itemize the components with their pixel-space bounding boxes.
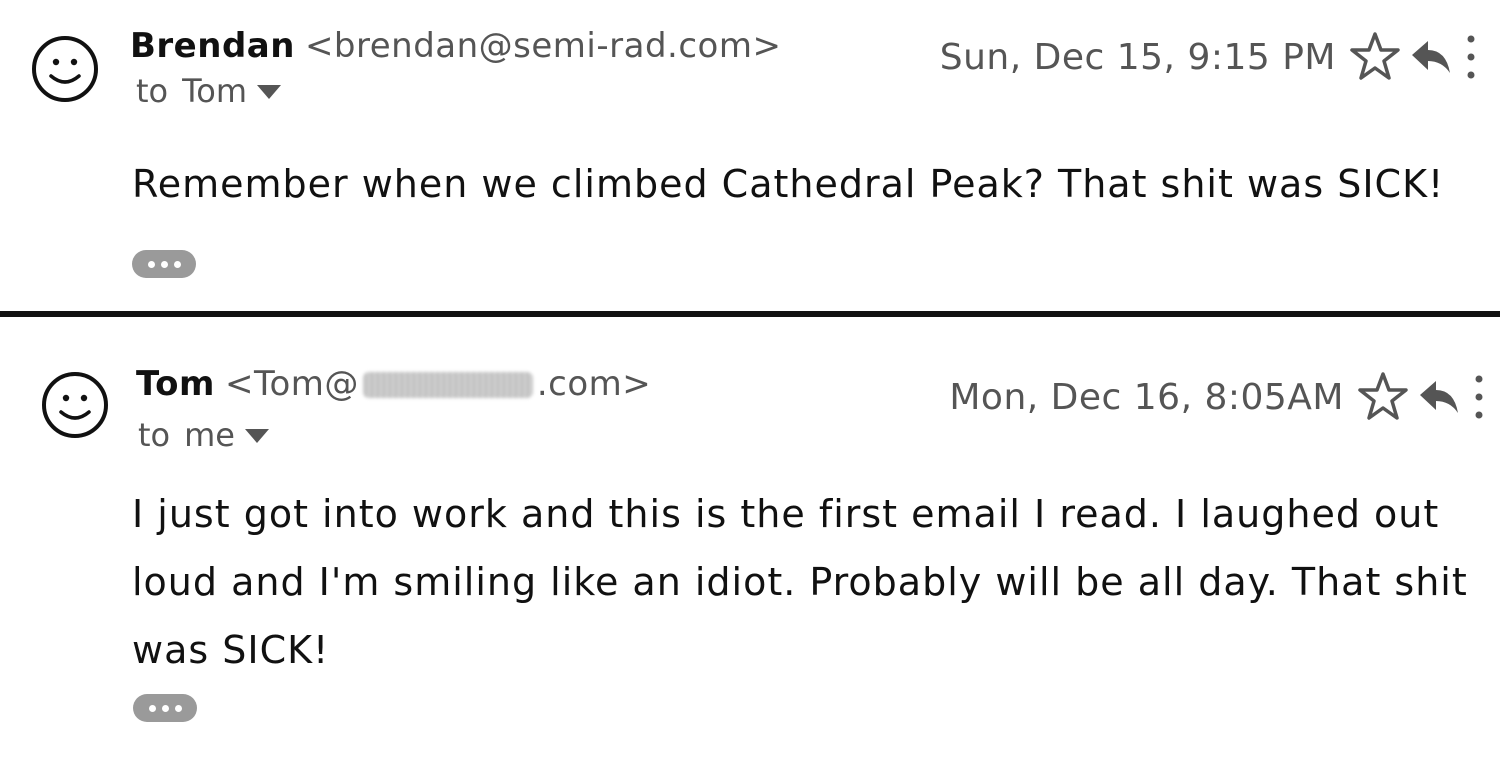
show-trimmed-content-button[interactable]: [132, 250, 196, 278]
message-divider: [0, 311, 1500, 317]
recipient-line: to me: [138, 416, 269, 454]
more-options-button[interactable]: [1454, 33, 1478, 81]
star-icon: [1350, 32, 1400, 80]
sender-line: Tom <Tom@ .com>: [136, 364, 651, 404]
ellipsis-dot: [174, 704, 182, 712]
email-message-2: Tom <Tom@ .com> to me Mon, Dec 16, 8:05AM I…: [0, 318, 1500, 762]
redacted-domain: [362, 372, 533, 398]
show-trimmed-content-button[interactable]: [133, 694, 197, 722]
star-icon: [1358, 372, 1408, 420]
ellipsis-dot: [160, 260, 168, 268]
sender-email: <Tom@ .com>: [225, 364, 651, 404]
email-message-1: Brendan <brendan@semi-rad.com> to Tom Sun,…: [0, 0, 1500, 312]
ellipsis-dot: [173, 260, 181, 268]
sender-email: <brendan@semi-rad.com>: [304, 26, 782, 66]
sender-email-prefix: <Tom@: [224, 364, 359, 404]
smiley-face-icon: [32, 36, 98, 102]
recipient-details-caret-icon[interactable]: [256, 85, 281, 99]
vertical-ellipsis-icon: [1475, 375, 1483, 419]
recipient-label: to: [136, 72, 169, 110]
message-meta: Sun, Dec 15, 9:15 PM: [940, 30, 1478, 84]
reply-arrow-icon: [1420, 381, 1458, 413]
smiley-face-icon: [42, 372, 108, 438]
recipient-line: to Tom: [136, 72, 281, 110]
recipient-name: me: [184, 416, 235, 454]
recipient-details-caret-icon[interactable]: [244, 429, 269, 443]
ellipsis-pill-icon: [147, 260, 155, 268]
sender-name: Brendan: [130, 26, 295, 66]
reply-button[interactable]: [1402, 37, 1454, 77]
message-body: Remember when we climbed Cathedral Peak?…: [132, 162, 1445, 206]
message-body: I just got into work and this is the fir…: [132, 492, 1468, 672]
reply-button[interactable]: [1410, 377, 1462, 417]
reply-arrow-icon: [1412, 41, 1450, 73]
sender-email-suffix: .com>: [536, 364, 652, 404]
recipient-name: Tom: [182, 72, 247, 110]
sender-line: Brendan <brendan@semi-rad.com>: [130, 26, 781, 66]
ellipsis-pill-icon: [148, 704, 156, 712]
timestamp: Mon, Dec 16, 8:05AM: [949, 376, 1344, 418]
sender-name: Tom: [136, 364, 215, 404]
more-options-button[interactable]: [1462, 373, 1486, 421]
vertical-ellipsis-icon: [1467, 35, 1475, 79]
star-button[interactable]: [1348, 30, 1402, 84]
timestamp: Sun, Dec 15, 9:15 PM: [939, 36, 1336, 78]
ellipsis-dot: [161, 704, 169, 712]
message-meta: Mon, Dec 16, 8:05AM: [949, 370, 1486, 424]
star-button[interactable]: [1356, 370, 1410, 424]
recipient-label: to: [138, 416, 171, 454]
